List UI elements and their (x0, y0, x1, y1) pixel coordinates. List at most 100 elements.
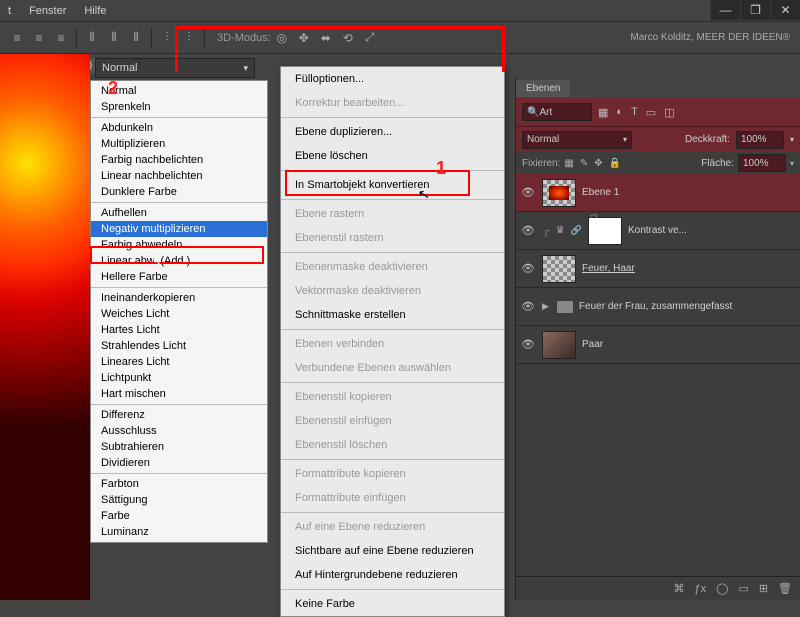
layer-name[interactable]: Feuer, Haar (582, 263, 635, 274)
canvas[interactable] (0, 54, 90, 600)
visibility-eye-icon[interactable]: 👁 (520, 262, 536, 275)
fill-input[interactable]: 100% (738, 154, 786, 172)
context-menu-item[interactable]: Keine Farbe (281, 592, 504, 616)
expand-arrow-icon[interactable]: ▶ (542, 301, 549, 312)
layer-row[interactable]: 👁 ▶ Feuer der Frau, zusammengefasst (516, 288, 800, 326)
filter-adjust-icon[interactable]: ◐ (616, 106, 623, 119)
scale-icon[interactable]: ⤢ (359, 27, 381, 49)
link-layers-icon[interactable]: ⌘ (673, 582, 684, 595)
new-group-icon[interactable]: ▭ (738, 582, 748, 595)
distribute-icon[interactable]: ⫴ (103, 27, 125, 49)
layer-name[interactable]: Paar (582, 339, 603, 350)
blend-mode-item[interactable]: Sprenkeln (91, 99, 267, 115)
menu-item[interactable]: Hilfe (84, 5, 106, 17)
layers-tab[interactable]: Ebenen (516, 80, 570, 97)
blend-mode-item[interactable]: Luminanz (91, 524, 267, 540)
blend-mode-item[interactable]: Sättigung (91, 492, 267, 508)
new-layer-icon[interactable]: ⊞ (759, 582, 768, 595)
filter-image-icon[interactable]: ▦ (598, 106, 608, 119)
blend-mode-item[interactable]: Weiches Licht (91, 306, 267, 322)
menu-item[interactable]: Fenster (29, 5, 66, 17)
lock-position-icon[interactable]: ✥ (594, 158, 602, 169)
filter-smart-icon[interactable]: ◫ (664, 106, 674, 119)
blend-mode-item[interactable]: Linear abw. (Add.) (91, 253, 267, 269)
layer-row[interactable]: 👁 Feuer, Haar (516, 250, 800, 288)
blend-mode-dropdown[interactable]: Normal (95, 58, 255, 78)
filter-type-icon[interactable]: T (631, 106, 638, 119)
context-menu-item[interactable]: Sichtbare auf eine Ebene reduzieren (281, 539, 504, 563)
layer-stack: 👁Ebene 1👁┌♛🔗Kontrast ve...👁Feuer, Haar👁▶… (516, 174, 800, 364)
layer-row[interactable]: 👁 Paar (516, 326, 800, 364)
blend-mode-item[interactable]: Hart mischen (91, 386, 267, 402)
blend-mode-item[interactable]: Negativ multiplizieren (91, 221, 267, 237)
layer-blend-dropdown[interactable]: Normal (522, 131, 632, 149)
close-button[interactable]: ✕ (770, 0, 800, 20)
align-icon[interactable]: ≡ (6, 27, 28, 49)
layer-name[interactable]: Ebene 1 (582, 187, 619, 198)
lock-all-icon[interactable]: 🔒 (609, 158, 621, 169)
context-menu-item[interactable]: Schnittmaske erstellen (281, 303, 504, 327)
layer-search[interactable]: 🔍 Art (522, 103, 592, 121)
pan-icon[interactable]: ✥ (293, 27, 315, 49)
menu-item[interactable]: t (8, 5, 11, 17)
blend-mode-list: NormalSprenkelnAbdunkelnMultiplizierenFa… (90, 80, 268, 543)
blend-mode-item[interactable]: Abdunkeln (91, 120, 267, 136)
blend-mode-item[interactable]: Farbton (91, 476, 267, 492)
visibility-eye-icon[interactable]: 👁 (520, 224, 536, 237)
visibility-eye-icon[interactable]: 👁 (520, 300, 536, 313)
trash-icon[interactable]: 🗑 (778, 582, 792, 595)
layer-name[interactable]: Kontrast ve... (628, 225, 687, 236)
blend-mode-item[interactable]: Hartes Licht (91, 322, 267, 338)
lock-brush-icon[interactable]: ✎ (580, 158, 588, 169)
blend-mode-item[interactable]: Aufhellen (91, 205, 267, 221)
blend-mode-item[interactable]: Subtrahieren (91, 439, 267, 455)
move-icon[interactable]: ⬌ (315, 27, 337, 49)
options-toolbar: ≡ ≡ ≡ ⫴ ⫴ ⫴ ⫶ ⫶ 3D-Modus: ◎ ✥ ⬌ ⟲ ⤢ Marc… (0, 22, 800, 54)
distribute-icon[interactable]: ⫶ (178, 27, 200, 49)
blend-mode-item[interactable]: Hellere Farbe (91, 269, 267, 285)
layer-thumbnail[interactable] (542, 255, 576, 283)
lock-pixels-icon[interactable]: ▦ (564, 158, 573, 169)
layer-name[interactable]: Feuer der Frau, zusammengefasst (579, 301, 732, 312)
context-menu-item[interactable]: Fülloptionen... (281, 67, 504, 91)
blend-mode-item[interactable]: Lichtpunkt (91, 370, 267, 386)
distribute-icon[interactable]: ⫶ (156, 27, 178, 49)
blend-mode-item[interactable]: Differenz (91, 407, 267, 423)
blend-mode-item[interactable]: Strahlendes Licht (91, 338, 267, 354)
chevron-down-icon[interactable]: ▾ (790, 135, 794, 144)
align-icon[interactable]: ≡ (50, 27, 72, 49)
context-menu-item[interactable]: Ebene löschen (281, 144, 504, 168)
layer-thumbnail[interactable] (542, 331, 576, 359)
blend-mode-item[interactable]: Dunklere Farbe (91, 184, 267, 200)
maximize-button[interactable]: ❐ (740, 0, 770, 20)
blend-mode-item[interactable]: Ineinanderkopieren (91, 290, 267, 306)
minimize-button[interactable]: — (710, 0, 740, 20)
layer-thumbnail[interactable] (542, 179, 576, 207)
blend-mode-item[interactable]: Linear nachbelichten (91, 168, 267, 184)
layer-row[interactable]: 👁┌♛🔗Kontrast ve... (516, 212, 800, 250)
opacity-input[interactable]: 100% (736, 131, 784, 149)
blend-mode-item[interactable]: Farbig nachbelichten (91, 152, 267, 168)
distribute-icon[interactable]: ⫴ (125, 27, 147, 49)
context-menu-item[interactable]: Auf Hintergrundebene reduzieren (281, 563, 504, 587)
distribute-icon[interactable]: ⫴ (81, 27, 103, 49)
blend-mode-item[interactable]: Farbig abwedeln (91, 237, 267, 253)
blend-mode-item[interactable]: Lineares Licht (91, 354, 267, 370)
layer-row[interactable]: 👁 Ebene 1 (516, 174, 800, 212)
filter-shape-icon[interactable]: ▭ (646, 106, 656, 119)
blend-mode-item[interactable]: Farbe (91, 508, 267, 524)
blend-mode-item[interactable]: Dividieren (91, 455, 267, 471)
context-menu-item: Ebenenstil rastern (281, 226, 504, 250)
context-menu-item[interactable]: Ebene duplizieren... (281, 120, 504, 144)
align-icon[interactable]: ≡ (28, 27, 50, 49)
visibility-eye-icon[interactable]: 👁 (520, 186, 536, 199)
mask-icon[interactable]: ◯ (716, 582, 728, 595)
visibility-eye-icon[interactable]: 👁 (520, 338, 536, 351)
blend-mode-item[interactable]: Ausschluss (91, 423, 267, 439)
fx-icon[interactable]: ƒx (694, 583, 706, 595)
rotate-icon[interactable]: ⟲ (337, 27, 359, 49)
context-menu-item[interactable]: In Smartobjekt konvertieren (281, 173, 504, 197)
blend-mode-item[interactable]: Multiplizieren (91, 136, 267, 152)
chevron-down-icon[interactable]: ▾ (790, 159, 794, 168)
orbit-icon[interactable]: ◎ (271, 27, 293, 49)
